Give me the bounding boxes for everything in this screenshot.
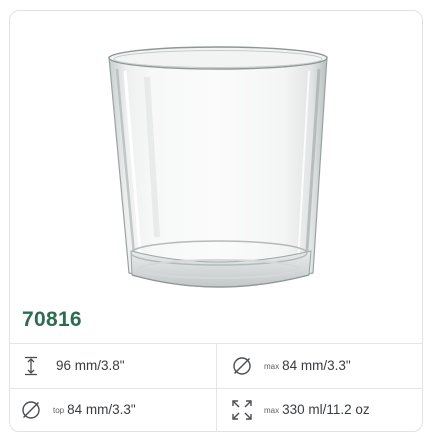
specs-row: 96 mm/3.8" max 84 mm/3.3" <box>10 344 422 389</box>
spec-value: 330 ml/11.2 oz <box>282 402 370 417</box>
height-icon <box>25 356 37 376</box>
glass-tumbler-image <box>108 46 328 288</box>
spec-value: 84 mm/3.3" <box>282 358 351 373</box>
spec-qualifier: top <box>53 406 65 415</box>
specs-table: 96 mm/3.8" max 84 mm/3.3" top 84 mm/3.3"… <box>10 343 422 431</box>
spec-qualifier: max <box>264 362 280 371</box>
specs-row: top 84 mm/3.3" max 330 ml/11.2 oz <box>10 388 422 431</box>
spec-text: max 84 mm/3.3" <box>264 344 351 388</box>
product-code: 70816 <box>22 308 82 331</box>
spec-qualifier: max <box>264 406 280 415</box>
spec-value: 96 mm/3.8" <box>56 358 125 373</box>
spec-text: top 84 mm/3.3" <box>53 388 136 431</box>
diameter-icon <box>233 357 251 375</box>
product-image[interactable] <box>10 11 422 303</box>
spec-capacity: max 330 ml/11.2 oz <box>216 388 422 431</box>
spec-top-diameter: top 84 mm/3.3" <box>10 388 215 431</box>
spec-max-diameter: max 84 mm/3.3" <box>216 344 422 388</box>
product-card: 70816 96 mm/3.8" max 84 mm/3.3" top 84 m… <box>9 10 423 432</box>
spec-height: 96 mm/3.8" <box>10 344 215 388</box>
spec-text: max 330 ml/11.2 oz <box>264 388 370 431</box>
diameter-icon <box>22 401 40 419</box>
capacity-icon <box>232 400 252 420</box>
spec-text: 96 mm/3.8" <box>53 344 125 388</box>
spec-value: 84 mm/3.3" <box>67 402 136 417</box>
